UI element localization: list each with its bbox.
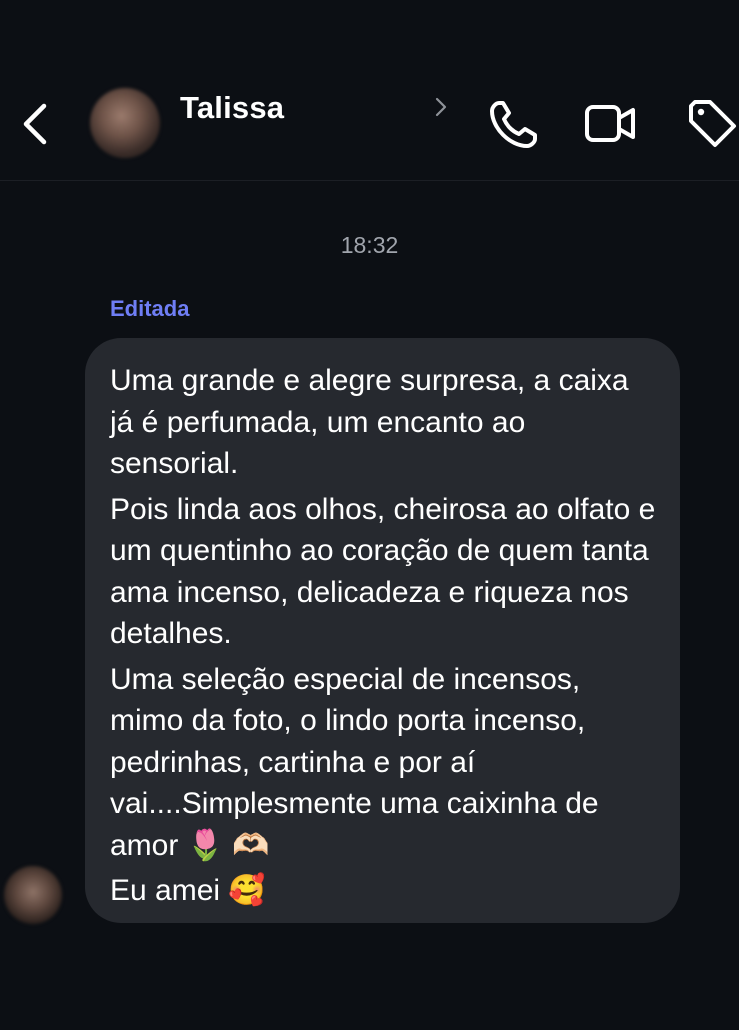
back-button[interactable] <box>18 100 54 148</box>
contact-avatar[interactable] <box>90 88 160 158</box>
video-call-button[interactable] <box>584 98 636 150</box>
call-button[interactable] <box>488 98 540 150</box>
message-paragraph: Uma grande e alegre surpresa, a caixa já… <box>110 364 629 480</box>
message-paragraph: Eu amei 🥰 <box>110 874 266 907</box>
chat-screen: Talissa 18:32 Editada Uma grande e alegr… <box>0 0 739 1030</box>
sender-avatar[interactable] <box>4 866 62 924</box>
edited-label: Editada <box>110 296 190 321</box>
message-paragraph: Pois linda aos olhos, cheirosa ao olfato… <box>110 492 656 651</box>
chevron-right-icon <box>435 97 447 117</box>
message-bubble[interactable]: Uma grande e alegre surpresa, a caixa já… <box>85 338 680 923</box>
message-paragraph: Uma seleção especial de incensos, mimo d… <box>110 662 599 862</box>
contact-details-button[interactable] <box>432 96 450 118</box>
video-camera-icon <box>585 105 635 142</box>
contact-name[interactable]: Talissa <box>180 90 284 126</box>
tag-icon <box>689 100 736 147</box>
label-button[interactable] <box>686 98 738 150</box>
chat-header: Talissa <box>0 0 739 181</box>
chevron-left-icon <box>23 103 47 145</box>
message-timestamp: 18:32 <box>340 232 399 258</box>
phone-icon <box>490 101 537 148</box>
